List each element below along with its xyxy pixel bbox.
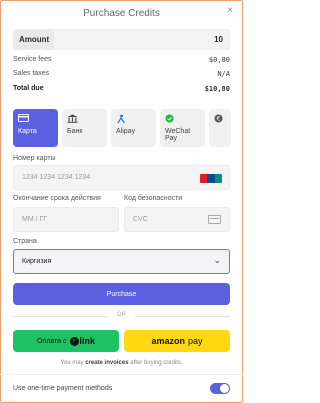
- more-methods-icon: €: [214, 114, 226, 125]
- method-wechat[interactable]: WeChat Pay: [160, 109, 205, 147]
- cvc-field[interactable]: CVC: [124, 207, 230, 232]
- purchase-button[interactable]: Purchase: [13, 283, 230, 305]
- payment-method-tabs: Карта Банк Alipay WeChat Pay €: [13, 109, 243, 147]
- sales-taxes-row: Sales taxes N/A: [13, 70, 230, 78]
- footer-divider: [0, 374, 243, 375]
- country-value: Киргизия: [22, 258, 52, 265]
- create-invoices-link[interactable]: create invoices: [85, 360, 128, 366]
- cvc-placeholder: CVC: [133, 216, 148, 223]
- total-due-label: Total due: [13, 85, 44, 92]
- svg-text:€: €: [217, 116, 221, 123]
- link-arrow-icon: ›: [69, 336, 79, 346]
- close-button[interactable]: ×: [223, 4, 237, 18]
- total-due-value: $10,80: [204, 85, 230, 93]
- method-alipay[interactable]: Alipay: [111, 109, 156, 147]
- amount-label: Amount: [14, 30, 54, 49]
- card-number-label: Номер карты: [13, 155, 56, 162]
- sales-taxes-label: Sales taxes: [13, 70, 50, 77]
- card-number-field[interactable]: 1234 1234 1234 1234: [13, 165, 230, 190]
- expiry-label: Окончание срока действия: [13, 195, 101, 202]
- method-alipay-label: Alipay: [116, 128, 136, 135]
- link-prefix: Оплата с: [36, 337, 67, 345]
- amazon-pay-brand: pay: [188, 336, 203, 346]
- expiry-placeholder: ММ / ГГ: [22, 216, 48, 223]
- pay-with-link-button[interactable]: Оплата с › link: [13, 330, 119, 352]
- amount-field[interactable]: Amount 10: [13, 29, 230, 50]
- one-time-payment-toggle[interactable]: [210, 383, 230, 394]
- wechat-icon: [165, 114, 200, 125]
- cvc-card-icon: [208, 215, 221, 224]
- amazon-pay-button[interactable]: amazon pay: [124, 330, 230, 352]
- link-brand: link: [79, 336, 96, 346]
- service-fees-value: $0,80: [208, 56, 230, 64]
- one-time-toggle-label: Use one-time payment methods: [13, 385, 113, 392]
- method-wechat-label: WeChat Pay: [165, 128, 191, 142]
- unionpay-icon: [200, 174, 222, 183]
- card-number-placeholder: 1234 1234 1234 1234: [22, 174, 91, 181]
- cvc-label: Код безопасности: [124, 195, 183, 202]
- chevron-down-icon: ⌄: [213, 255, 221, 265]
- or-divider: OR: [13, 312, 230, 318]
- alipay-icon: [116, 114, 151, 125]
- service-fees-label: Service fees: [13, 56, 52, 63]
- country-select[interactable]: Киргизия ⌄: [13, 249, 230, 274]
- method-bank[interactable]: Банк: [62, 109, 107, 147]
- amazon-brand: amazon: [151, 336, 185, 346]
- country-label: Страна: [13, 238, 37, 245]
- dialog-title: Purchase Credits: [83, 8, 160, 19]
- method-card-label: Карта: [18, 128, 37, 135]
- method-bank-label: Банк: [67, 128, 83, 135]
- note-post: after buying credits.: [128, 360, 183, 366]
- total-due-row: Total due $10,80: [13, 85, 230, 93]
- service-fees-row: Service fees $0,80: [13, 56, 230, 64]
- credit-card-icon: [18, 114, 53, 125]
- bank-icon: [67, 114, 102, 125]
- expiry-field[interactable]: ММ / ГГ: [13, 207, 119, 232]
- sales-taxes-value: N/A: [217, 70, 230, 78]
- method-card[interactable]: Карта: [13, 109, 58, 147]
- note-pre: You may: [60, 360, 86, 366]
- method-more[interactable]: €: [209, 109, 231, 147]
- invoice-note: You may create invoices after buying cre…: [0, 360, 243, 366]
- amount-value[interactable]: 10: [54, 35, 229, 44]
- link-logo: › link: [69, 336, 96, 346]
